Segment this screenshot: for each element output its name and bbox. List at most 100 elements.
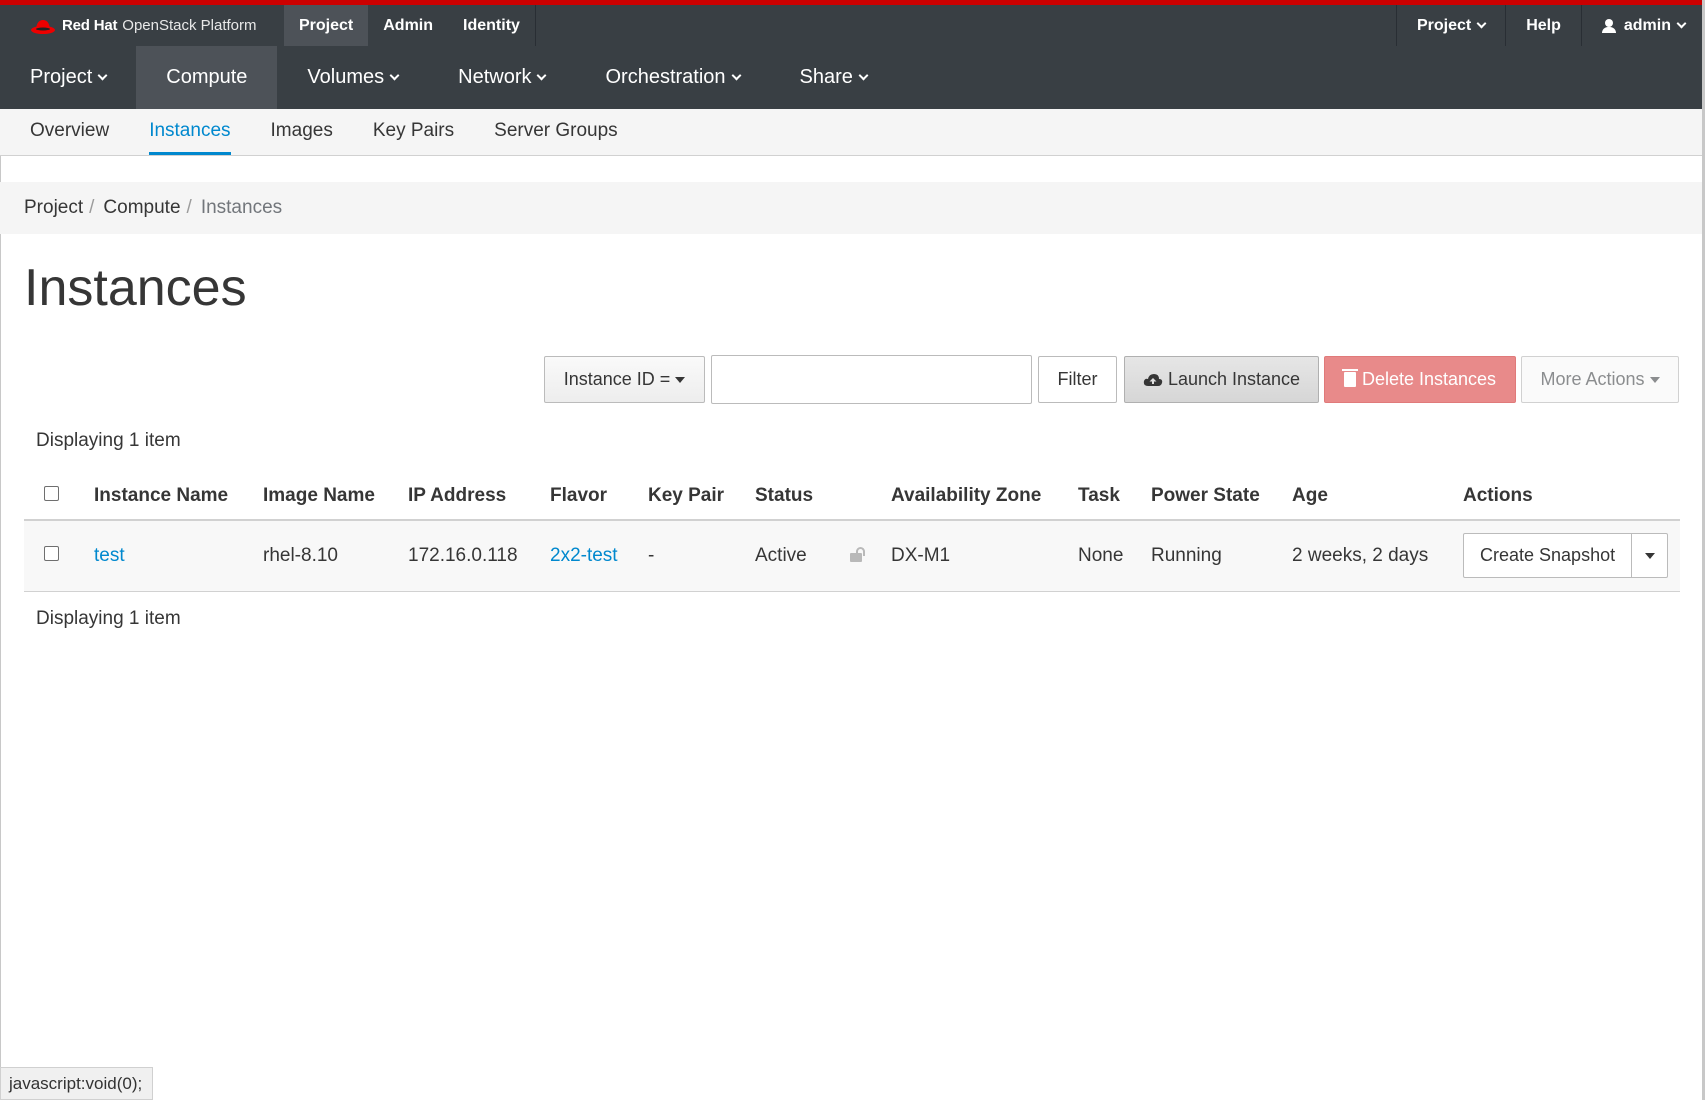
age-cell: 2 weeks, 2 days xyxy=(1292,520,1463,592)
breadcrumb-separator: / xyxy=(89,197,95,218)
delete-instances-button[interactable]: Delete Instances xyxy=(1324,356,1516,403)
tab-images[interactable]: Images xyxy=(271,109,333,155)
image-name-cell: rhel-8.10 xyxy=(263,520,408,592)
chevron-down-icon xyxy=(97,70,108,81)
primary-nav-label: Compute xyxy=(166,66,248,88)
filter-field-label: Instance ID = xyxy=(563,369,671,389)
primary-nav-label: Share xyxy=(799,66,853,88)
masthead-separator xyxy=(534,5,536,46)
header-task[interactable]: Task xyxy=(1078,472,1151,521)
chevron-down-icon xyxy=(389,70,400,81)
help-label: Help xyxy=(1526,16,1561,34)
project-switcher[interactable]: Project xyxy=(1395,5,1505,46)
display-count-bottom: Displaying 1 item xyxy=(36,608,181,629)
header-availability-zone[interactable]: Availability Zone xyxy=(891,472,1078,521)
power-state-cell: Running xyxy=(1151,520,1292,592)
primary-nav-label: Volumes xyxy=(307,66,385,88)
primary-nav-network[interactable]: Network xyxy=(428,46,575,109)
row-actions-group: Create Snapshot xyxy=(1463,533,1669,579)
header-flavor[interactable]: Flavor xyxy=(550,472,648,521)
caret-down-icon xyxy=(675,376,686,383)
filter-field-dropdown[interactable]: Instance ID = xyxy=(544,356,705,403)
user-menu[interactable]: admin xyxy=(1580,5,1705,46)
header-status[interactable]: Status xyxy=(755,472,891,521)
header-key-pair[interactable]: Key Pair xyxy=(648,472,755,521)
filter-button[interactable]: Filter xyxy=(1038,356,1117,403)
primary-nav-share[interactable]: Share xyxy=(770,46,897,109)
user-icon xyxy=(1601,18,1616,33)
instance-name-cell: test xyxy=(94,520,263,592)
delete-instances-label: Delete Instances xyxy=(1361,369,1497,389)
cloud-upload-icon xyxy=(1143,373,1163,386)
primary-nav-volumes[interactable]: Volumes xyxy=(277,46,428,109)
key-pair-cell: - xyxy=(648,520,755,592)
breadcrumb: Project / Compute / Instances xyxy=(0,182,1705,234)
tab-instances[interactable]: Instances xyxy=(149,109,231,155)
chevron-down-icon xyxy=(1476,18,1487,29)
breadcrumb-separator: / xyxy=(186,197,192,218)
unlock-icon xyxy=(850,546,866,562)
row-actions-dropdown-toggle[interactable] xyxy=(1632,534,1667,577)
flavor-link[interactable]: 2x2-test xyxy=(550,545,618,566)
availability-zone-cell: DX-M1 xyxy=(891,520,1078,592)
header-instance-name[interactable]: Instance Name xyxy=(94,472,263,521)
chevron-down-icon xyxy=(731,70,741,81)
table-header-row: Instance Name Image Name IP Address Flav… xyxy=(24,472,1680,521)
display-count-top: Displaying 1 item xyxy=(36,430,181,451)
masthead: Red Hat OpenStack Platform Project Admin… xyxy=(0,0,1705,46)
header-age[interactable]: Age xyxy=(1292,472,1463,521)
masthead-tab-project[interactable]: Project xyxy=(284,5,369,46)
more-actions-button[interactable]: More Actions xyxy=(1521,356,1679,403)
chevron-down-icon xyxy=(537,70,547,81)
breadcrumb-instances: Instances xyxy=(200,197,283,218)
row-checkbox[interactable] xyxy=(44,545,59,561)
flavor-cell: 2x2-test xyxy=(550,520,648,592)
breadcrumb-project[interactable]: Project xyxy=(24,197,83,219)
instances-table: Instance Name Image Name IP Address Flav… xyxy=(24,472,1680,592)
masthead-tab-admin[interactable]: Admin xyxy=(368,5,448,46)
secondary-nav: Overview Instances Images Key Pairs Serv… xyxy=(0,109,1705,156)
table-row: test rhel-8.10 172.16.0.118 2x2-test - A… xyxy=(24,520,1680,592)
page-title: Instances xyxy=(24,259,247,317)
primary-nav-project[interactable]: Project xyxy=(0,46,136,109)
more-actions-label: More Actions xyxy=(1540,369,1645,389)
brand-name-bold: Red Hat xyxy=(62,17,118,34)
header-actions: Actions xyxy=(1463,472,1680,521)
status-text: Active xyxy=(755,544,807,566)
filter-button-label: Filter xyxy=(1057,369,1098,389)
primary-nav: Project Compute Volumes Network Orchestr… xyxy=(0,46,1705,109)
row-select-cell xyxy=(24,520,94,592)
trash-icon xyxy=(1341,369,1358,387)
filter-input[interactable] xyxy=(711,355,1032,404)
tab-key-pairs[interactable]: Key Pairs xyxy=(373,109,454,155)
primary-nav-orchestration[interactable]: Orchestration xyxy=(575,46,769,109)
caret-down-icon xyxy=(1649,376,1660,383)
breadcrumb-compute[interactable]: Compute xyxy=(103,197,180,219)
select-all-cell xyxy=(24,472,94,521)
instance-name-link[interactable]: test xyxy=(94,545,125,566)
task-cell: None xyxy=(1078,520,1151,592)
primary-nav-label: Network xyxy=(458,66,532,88)
actions-cell: Create Snapshot xyxy=(1463,520,1680,592)
brand-logo[interactable]: Red Hat OpenStack Platform xyxy=(0,5,284,46)
header-image-name[interactable]: Image Name xyxy=(263,472,408,521)
user-name: admin xyxy=(1623,16,1671,34)
header-power-state[interactable]: Power State xyxy=(1151,472,1292,521)
redhat-logo-icon xyxy=(31,19,55,34)
primary-nav-compute[interactable]: Compute xyxy=(136,46,278,109)
select-all-checkbox[interactable] xyxy=(44,485,59,501)
header-ip-address[interactable]: IP Address xyxy=(408,472,550,521)
tab-overview[interactable]: Overview xyxy=(30,109,109,155)
launch-instance-button[interactable]: Launch Instance xyxy=(1124,356,1319,403)
create-snapshot-button[interactable]: Create Snapshot xyxy=(1464,534,1633,578)
primary-nav-label: Orchestration xyxy=(605,66,726,88)
tab-server-groups[interactable]: Server Groups xyxy=(494,109,618,155)
launch-instance-label: Launch Instance xyxy=(1167,369,1301,389)
project-switcher-label: Project xyxy=(1416,16,1472,34)
chevron-down-icon xyxy=(1676,18,1687,29)
chevron-down-icon xyxy=(858,70,869,81)
help-link[interactable]: Help xyxy=(1505,5,1581,46)
masthead-tab-identity[interactable]: Identity xyxy=(448,5,535,46)
brand-name-rest: OpenStack Platform xyxy=(122,17,257,34)
masthead-utility: Project Help admin xyxy=(1395,5,1705,46)
